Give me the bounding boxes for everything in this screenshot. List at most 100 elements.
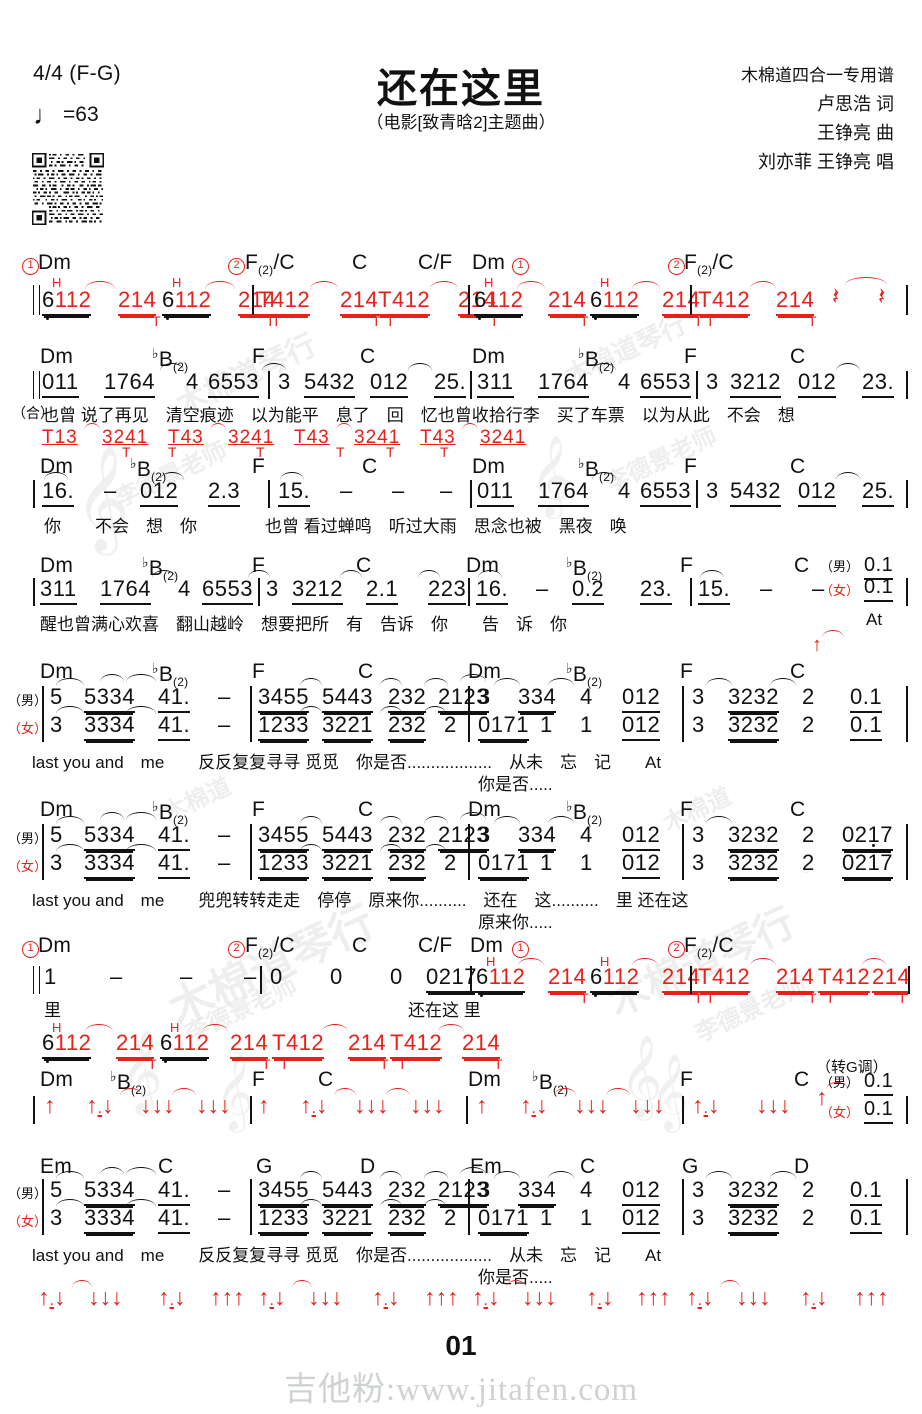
strum-arrow-group: ↑.↓ [300, 1092, 328, 1118]
note-group: 334 [518, 684, 557, 713]
tie [300, 706, 322, 714]
tab-cell: T412 [390, 1030, 443, 1059]
note-group: 5443 [322, 1177, 373, 1206]
tie [126, 706, 156, 714]
sheet-header: 4/4 (F-G) ♩ =63 还在这里 （电影[致青晗2]主题曲） 木棉道四合… [0, 0, 922, 235]
chord-label: F [252, 345, 266, 368]
chord-label: F [684, 345, 698, 368]
barline [906, 1096, 908, 1124]
strum-arrow-group: ↑ [44, 1092, 56, 1118]
note-group: 4 [618, 369, 631, 394]
lyrics-line: 也曾 说了再见 清空痕迹 以为能平 息了 回 忆也曾收拾行李 买了车票 以为从此… [42, 406, 795, 425]
barline [42, 686, 44, 742]
strum-arrow-group: ↑.↓ [158, 1284, 186, 1310]
note-group: 15. [278, 478, 311, 507]
note-group: 311 [477, 369, 514, 398]
tie [424, 1171, 448, 1179]
strum-arrow-group: ↑ [476, 1092, 488, 1118]
note-group: 2 [444, 850, 457, 875]
note-group: 3232 [728, 712, 779, 741]
fingering-pattern: T43 [420, 427, 456, 448]
thumb-marker: T [706, 313, 715, 329]
note-group: 0 [270, 964, 283, 989]
tie [836, 363, 860, 371]
note-group: 0.1 [864, 576, 894, 602]
barline-double [33, 285, 40, 315]
barline [682, 1179, 684, 1235]
note-group: 3232 [728, 822, 779, 851]
tie [494, 1171, 520, 1179]
system-verse-3: Dm ♭B(2) F C Dm ♭B(2) F C 311 1764 4 655… [0, 550, 922, 656]
chord-label: G [256, 1155, 273, 1178]
tie [300, 1171, 322, 1179]
note-group: 0217 [842, 822, 893, 851]
tab-cell: 6112 [590, 964, 640, 993]
barline [252, 285, 254, 315]
strum-arrow-group: ↓↓↓ [140, 1092, 175, 1118]
tie [770, 1171, 796, 1179]
note-group: 0 [390, 964, 403, 989]
ending-2-marker: 2 [668, 258, 685, 275]
note-group: – [218, 822, 231, 847]
tie [300, 844, 322, 852]
composer-label: 王铮亮 曲 [816, 122, 894, 143]
note-group: 5334 [84, 822, 135, 851]
barline [33, 578, 35, 606]
tie [56, 706, 84, 714]
strum-arrow-group: ↑.↓ [86, 1092, 114, 1118]
chord-label: C [352, 934, 368, 957]
note-group: 6553 [640, 369, 691, 398]
barline-double [33, 371, 40, 399]
note-group: 334 [518, 1177, 557, 1206]
tie [408, 363, 432, 371]
note-group: 2.1 [366, 576, 399, 605]
tab-cell: T412 [272, 1030, 325, 1059]
strum-arrow-group: ↓↓↓ [308, 1284, 343, 1310]
barline [250, 686, 252, 742]
tie [100, 1167, 124, 1175]
ending-2-marker: 2 [228, 941, 245, 958]
note-group: 2 [802, 822, 815, 847]
chord-label: D [360, 1155, 376, 1178]
thumb-marker: T [152, 313, 161, 329]
tie [750, 958, 776, 966]
tie [334, 1088, 356, 1096]
note-group: 012 [622, 1177, 661, 1206]
strum-arrow-group: ↑.↓ [686, 1284, 714, 1310]
tie [386, 1088, 410, 1096]
chord-label: C [790, 455, 806, 478]
note-group: 4 [580, 822, 593, 847]
note-group: 223 [428, 576, 467, 605]
strum-arrow-group: ↓↓↓ [522, 1284, 557, 1310]
note-group: 5443 [322, 822, 373, 851]
note-group: 311 [40, 576, 77, 605]
note-group: 0.2 [572, 576, 605, 605]
note-group: 1764 [104, 369, 155, 398]
chord-label: Dm [468, 1068, 502, 1091]
note-group: 011 [42, 369, 79, 398]
note-group: 0.1 [850, 684, 883, 713]
tie [56, 844, 84, 852]
note-group: 3221 [322, 850, 373, 879]
note-group: 2.3 [208, 478, 241, 507]
note-group: 3 [50, 712, 63, 737]
barline [468, 285, 470, 315]
note-group: 012 [622, 822, 661, 851]
tie [205, 281, 235, 289]
note-group: 3 [692, 1205, 705, 1230]
system-intro-1: 1 Dm 2 F(2)/C C C/F Dm 1 2 F(2)/C H 6112… [0, 251, 922, 340]
note-group: 3 [706, 369, 719, 394]
tab-cell: 6112 [474, 287, 524, 316]
note-group: 0.1 [850, 712, 883, 741]
note-group: 3 [692, 712, 705, 737]
note-group: 5334 [84, 684, 135, 713]
chord-label: D [794, 1155, 810, 1178]
tie [126, 1167, 156, 1175]
note-group: 1 [540, 850, 553, 875]
note-group: 3232 [728, 850, 779, 879]
note-group: 3212 [730, 369, 781, 398]
note-group: 232 [388, 1205, 427, 1234]
qr-code[interactable] [27, 152, 109, 226]
chord-label: C [358, 798, 374, 821]
strum-arrow-group: ↓↓↓ [88, 1284, 123, 1310]
